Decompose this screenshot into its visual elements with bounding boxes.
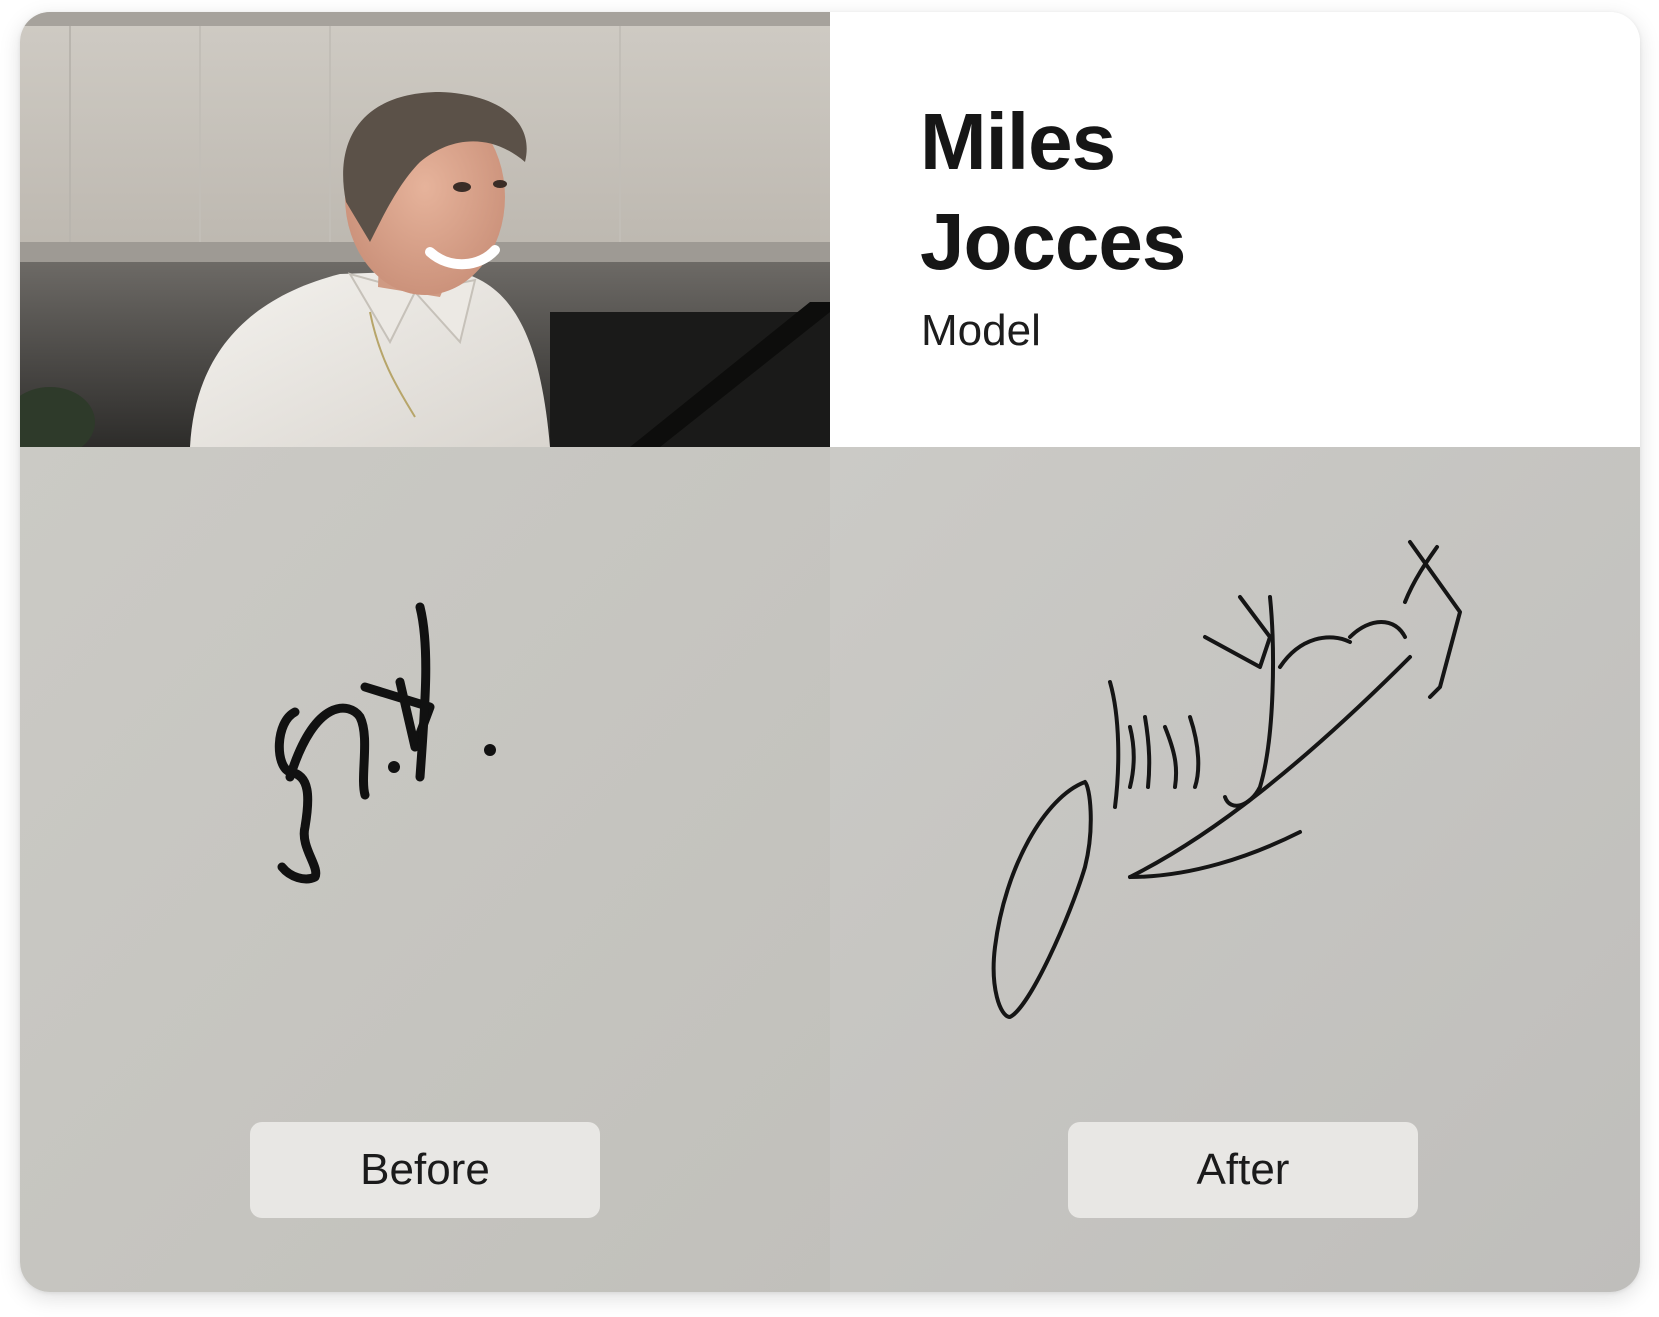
person-photo-icon [20,12,830,447]
before-button[interactable]: Before [250,1122,600,1218]
profile-name: Miles Jocces [920,92,1186,292]
profile-photo [20,12,830,447]
last-name: Jocces [920,197,1186,286]
first-name: Miles [920,97,1116,186]
after-button[interactable]: After [1068,1122,1418,1218]
profile-role: Model [921,306,1041,355]
profile-card [20,12,1640,1292]
